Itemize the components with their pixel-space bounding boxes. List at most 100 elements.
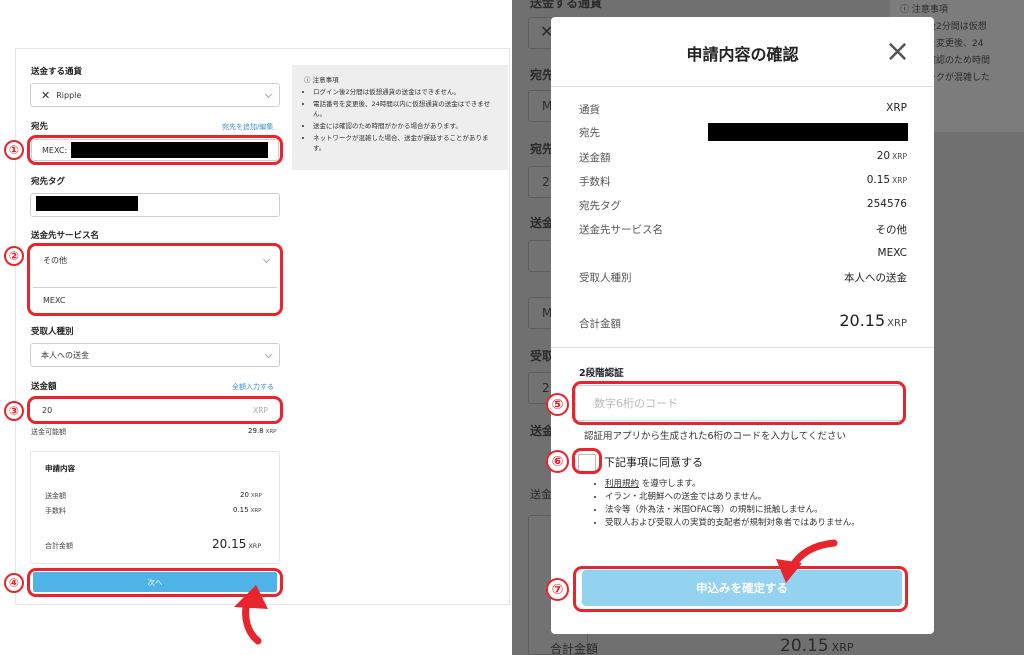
modal-title: 申請内容の確認: [686, 45, 799, 64]
notes-panel: ⓘ 注意事項 ログイン後2分間は仮想通貨の送金はできません。 電話番号を変更後、…: [292, 65, 508, 170]
arrow-icon: [776, 539, 838, 583]
edit-address-link[interactable]: 宛先を追加/編集: [222, 122, 273, 132]
recipient-label: 受取人種別: [31, 327, 74, 337]
bg-total-unit: XRP: [831, 641, 854, 654]
available-unit: XRP: [265, 429, 277, 435]
service-value: その他: [875, 224, 908, 236]
agree-list: 利用規約 を遵守します。 イラン・北朝鮮への送金ではありません。 法令等（外為法…: [595, 478, 895, 530]
agree-item: イラン・北朝鮮への送金ではありません。: [605, 491, 895, 504]
currency-select[interactable]: ✕ Ripple: [30, 83, 280, 107]
note-item: 電話番号を変更後、24時間以内に仮想通貨の送金はできません。: [313, 99, 496, 119]
summary-total-value: 20.15 XRP: [212, 537, 261, 551]
fee-value: 0.15 XRP: [867, 174, 907, 186]
fill-all-link[interactable]: 全額入力する: [232, 382, 274, 392]
summary-fee-number: 0.15: [233, 506, 249, 514]
summary-amount-number: 20: [240, 491, 249, 499]
available-value: 29.8 XRP: [248, 427, 277, 435]
chevron-down-icon: [264, 350, 273, 359]
marker-2: ②: [4, 246, 24, 266]
bg-total-label: 合計金額: [550, 642, 599, 655]
note-item: 送金には確認のため時間がかかる場合があります。: [313, 121, 496, 131]
amount-value: 20 XRP: [877, 150, 907, 162]
highlight-service: [27, 243, 283, 316]
note-item: ネットワークが混雑した場合、送金が遅延することがあります。: [313, 133, 496, 153]
highlight-amount: [27, 396, 283, 424]
currency-label: 送金する通貨: [31, 67, 83, 77]
service-label: 送金先サービス名: [31, 231, 100, 241]
twofa-title: 2段階認証: [579, 368, 624, 379]
code-hint: 認証用アプリから生成された6桁のコードを入力してください: [584, 431, 846, 442]
total-number: 20.15: [839, 311, 886, 330]
chevron-down-icon: [264, 90, 273, 99]
recipient-select[interactable]: 本人への送金: [30, 343, 280, 367]
fee-number: 0.15: [866, 174, 891, 186]
summary-amount-value: 20 XRP: [240, 491, 262, 499]
address-label: 宛先: [579, 127, 600, 139]
currency-value: Ripple: [56, 90, 82, 100]
marker-5: ⑤: [546, 393, 569, 416]
tag-value: 254576: [866, 198, 907, 210]
highlight-confirm: [573, 566, 908, 612]
terms-link[interactable]: 利用規約: [605, 479, 639, 489]
bg-fragment: 2: [542, 381, 550, 395]
tag-label: 宛先タグ: [31, 177, 66, 187]
marker-6: ⑥: [546, 450, 569, 473]
amount-number: 20: [876, 150, 891, 162]
marker-1: ①: [4, 140, 24, 160]
service-label: 送金先サービス名: [579, 224, 663, 236]
amount-unit: XRP: [892, 152, 907, 161]
notes-title: ⓘ 注意事項: [304, 76, 339, 84]
highlight-address: [27, 135, 283, 165]
marker-7: ⑦: [546, 578, 569, 601]
terms-suffix: を遵守します。: [639, 479, 701, 489]
marker-4: ④: [4, 573, 24, 593]
agree-item: 受取人および受取人の実質的支配者が規制対象者ではありません。: [605, 517, 895, 530]
bg-total-value: 20.15 XRP: [780, 636, 853, 655]
total-unit: XRP: [887, 318, 907, 329]
fee-unit: XRP: [892, 176, 907, 185]
highlight-checkbox: [572, 448, 602, 474]
bg-total-number: 20.15: [780, 636, 829, 655]
total-label: 合計金額: [579, 318, 621, 330]
available-number: 29.8: [248, 427, 264, 435]
divider: [551, 86, 934, 87]
agree-label: 下記事項に同意する: [604, 456, 703, 469]
screenshot-composite: 送金する通貨 ✕ Ripple 宛先 宛先を追加/編集 MEXC: 宛先タグ 送…: [0, 0, 1024, 655]
summary-total-number: 20.15: [212, 537, 247, 551]
ripple-icon: ✕: [41, 88, 51, 102]
marker-3: ③: [4, 401, 24, 421]
recipient-value: 本人への送金: [844, 272, 907, 284]
available-label: 送金可能額: [31, 428, 66, 436]
fee-label: 手数料: [579, 176, 611, 188]
note-item: ログイン後2分間は仮想通貨の送金はできません。: [313, 87, 496, 97]
agree-item: 法令等（外為法・米国OFAC等）の規制に抵触しません。: [605, 504, 895, 517]
total-value: 20.15 XRP: [839, 311, 907, 330]
summary-amount-unit: XRP: [250, 493, 262, 499]
amount-label: 送金額: [579, 152, 611, 164]
currency-label: 通貨: [579, 104, 600, 116]
highlight-code: [572, 381, 906, 425]
confirm-modal: 申請内容の確認 × 通貨 XRP 宛先 送金額 20 XRP 手数料 0.15 XR…: [551, 17, 934, 634]
close-icon[interactable]: ×: [885, 35, 910, 69]
tag-label: 宛先タグ: [579, 200, 621, 212]
summary-fee-unit: XRP: [250, 508, 262, 514]
amount-label: 送金額: [31, 382, 57, 392]
address-label: 宛先: [31, 122, 49, 132]
bg-fragment: 2: [542, 175, 550, 189]
redacted-tag: [36, 196, 138, 211]
agree-item: 利用規約 を遵守します。: [605, 478, 895, 491]
redacted-address: [708, 123, 908, 141]
recipient-value: 本人への送金: [41, 350, 89, 360]
service-other-value: MEXC: [877, 247, 907, 259]
summary-amount-label: 送金額: [45, 492, 66, 500]
divider: [551, 347, 934, 348]
currency-value: XRP: [886, 102, 907, 114]
summary-total-unit: XRP: [248, 542, 262, 550]
summary-fee-label: 手数料: [45, 507, 66, 515]
bg-label: 送金する通貨: [530, 0, 603, 10]
summary-fee-value: 0.15 XRP: [233, 506, 262, 514]
recipient-label: 受取人種別: [579, 272, 632, 284]
arrow-icon: [234, 585, 268, 645]
summary-total-label: 合計金額: [45, 542, 73, 550]
summary-title: 申請内容: [45, 464, 75, 473]
